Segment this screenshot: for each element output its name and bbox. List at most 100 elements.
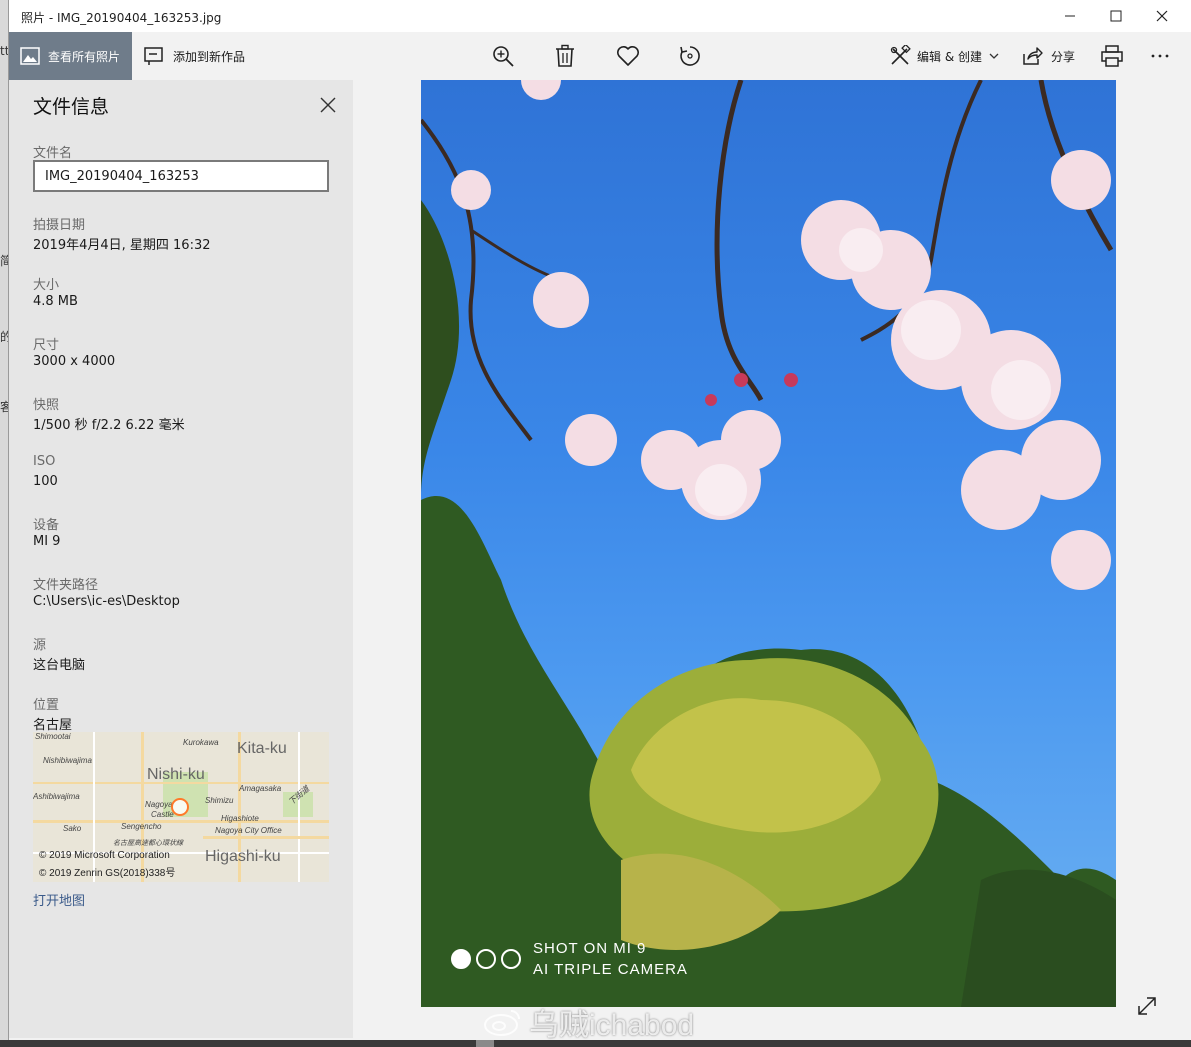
title-bar: 照片 - IMG_20190404_163253.jpg (9, 0, 1191, 32)
heart-icon (617, 46, 639, 66)
exposure-value: 1/500 秒 f/2.2 6.22 毫米 (33, 418, 185, 433)
edit-create-button[interactable]: 编辑 & 创建 (889, 32, 1000, 80)
more-options-button[interactable] (1147, 43, 1173, 69)
exposure-label: 快照 (33, 398, 60, 413)
shot-on-text: SHOT ON MI 9 (533, 940, 647, 957)
map-road (33, 820, 329, 823)
favorite-button[interactable] (615, 43, 641, 69)
map-label: Higashiote (221, 814, 259, 823)
cherry-blossom-photo (421, 80, 1116, 1007)
more-icon (1151, 54, 1169, 58)
map-label: Nishibiwajima (43, 756, 92, 765)
background-window-edge: tt 简 的 客 (0, 0, 8, 1047)
watermark-text: 乌贼ichabod (529, 1009, 695, 1042)
trash-icon (556, 44, 574, 67)
background-text: tt (0, 44, 8, 58)
map-label: Sako (63, 824, 82, 833)
maximize-icon (1110, 10, 1122, 22)
filename-label: 文件名 (33, 146, 73, 161)
source-value: 这台电脑 (33, 658, 86, 673)
close-panel-button[interactable] (317, 94, 339, 116)
minimize-button[interactable] (1047, 0, 1093, 32)
photos-window: 照片 - IMG_20190404_163253.jpg 查看所有照片 添加到新… (8, 0, 1191, 1042)
map-label: Nagoya (145, 800, 173, 809)
window-title: 照片 - IMG_20190404_163253.jpg (21, 11, 222, 25)
view-all-photos-label: 查看所有照片 (48, 49, 121, 64)
size-value: 4.8 MB (33, 294, 78, 309)
close-icon (1156, 10, 1168, 22)
map-road (298, 732, 300, 882)
iso-value: 100 (33, 474, 58, 489)
map-copyright: © 2019 Zenrin GS(2018)338号 (39, 868, 176, 879)
camera-logo-dot (476, 949, 496, 969)
map-label: Amagasaka (239, 784, 282, 793)
background-text: 简 (0, 254, 8, 268)
watermark: 乌贼ichabod (483, 1000, 694, 1044)
camera-logo-dot (501, 949, 521, 969)
share-button[interactable]: 分享 (1021, 32, 1075, 80)
camera-text: AI TRIPLE CAMERA (533, 961, 688, 978)
share-label: 分享 (1051, 49, 1076, 64)
add-to-creation-button[interactable]: 添加到新作品 (143, 32, 245, 80)
close-icon (320, 97, 336, 113)
map-label: Castle (151, 810, 174, 819)
expand-icon (1138, 997, 1156, 1015)
size-label: 大小 (33, 278, 60, 293)
map-label: Higashi-ku (205, 848, 281, 865)
photo-viewer[interactable]: SHOT ON MI 9 AI TRIPLE CAMERA (421, 80, 1116, 1007)
map-label: Shimizu (205, 796, 234, 805)
map-road (203, 836, 329, 839)
background-text: 的 (0, 330, 8, 344)
rotate-button[interactable] (677, 43, 703, 69)
folder-path-value: C:\Users\ic-es\Desktop (33, 594, 180, 609)
weibo-icon (484, 1010, 520, 1036)
dimensions-label: 尺寸 (33, 338, 60, 353)
date-taken-label: 拍摄日期 (33, 218, 86, 233)
map-label: Sengencho (121, 822, 162, 831)
map-label: Shimootai (35, 732, 71, 741)
open-map-link[interactable]: 打开地图 (33, 890, 85, 909)
edit-create-icon (890, 45, 911, 65)
camera-logo-dot (451, 949, 471, 969)
device-value: MI 9 (33, 534, 61, 549)
date-taken-value: 2019年4月4日, 星期四 16:32 (33, 238, 211, 253)
view-all-photos-button[interactable]: 查看所有照片 (9, 32, 132, 80)
map-label: Ashibiwajima (33, 792, 80, 801)
delete-button[interactable] (552, 43, 578, 69)
toolbar: 查看所有照片 添加到新作品 编辑 & 创建 分享 (9, 32, 1191, 80)
fullscreen-button[interactable] (1135, 994, 1159, 1018)
maximize-button[interactable] (1093, 0, 1139, 32)
photo-gallery-icon (20, 47, 40, 65)
minimize-icon (1065, 15, 1075, 17)
location-value: 名古屋 (33, 718, 73, 733)
edit-create-label: 编辑 & 创建 (917, 49, 982, 64)
add-to-album-icon (144, 47, 163, 65)
file-info-panel: 文件信息 文件名 拍摄日期 2019年4月4日, 星期四 16:32 大小 4.… (9, 80, 353, 1038)
map-label: Nishi-ku (147, 766, 205, 783)
printer-icon (1101, 45, 1123, 67)
print-button[interactable] (1099, 43, 1125, 69)
share-icon (1023, 47, 1043, 65)
map-label: Nagoya City Office (215, 826, 282, 835)
iso-label: ISO (33, 454, 56, 469)
map-label: Kurokawa (183, 738, 219, 747)
map-copyright: © 2019 Microsoft Corporation (39, 850, 170, 861)
location-label: 位置 (33, 698, 60, 713)
location-map[interactable]: Shimootai Kurokawa Kita-ku Nishibiwajima… (33, 732, 329, 882)
zoom-button[interactable] (490, 43, 516, 69)
source-label: 源 (33, 638, 47, 653)
rotate-icon (680, 46, 700, 66)
close-window-button[interactable] (1139, 0, 1185, 32)
device-label: 设备 (33, 518, 60, 533)
add-to-creation-label: 添加到新作品 (173, 49, 246, 64)
map-label: Kita-ku (237, 740, 287, 757)
background-text: 客 (0, 400, 8, 414)
map-pin-icon (171, 798, 189, 816)
panel-title: 文件信息 (33, 96, 110, 118)
chevron-down-icon (989, 53, 999, 59)
folder-path-label: 文件夹路径 (33, 578, 99, 593)
dimensions-value: 3000 x 4000 (33, 354, 116, 369)
filename-field[interactable] (33, 160, 329, 192)
map-label: 名古屋高速都心環状線 (113, 840, 183, 847)
zoom-in-icon (493, 46, 514, 67)
